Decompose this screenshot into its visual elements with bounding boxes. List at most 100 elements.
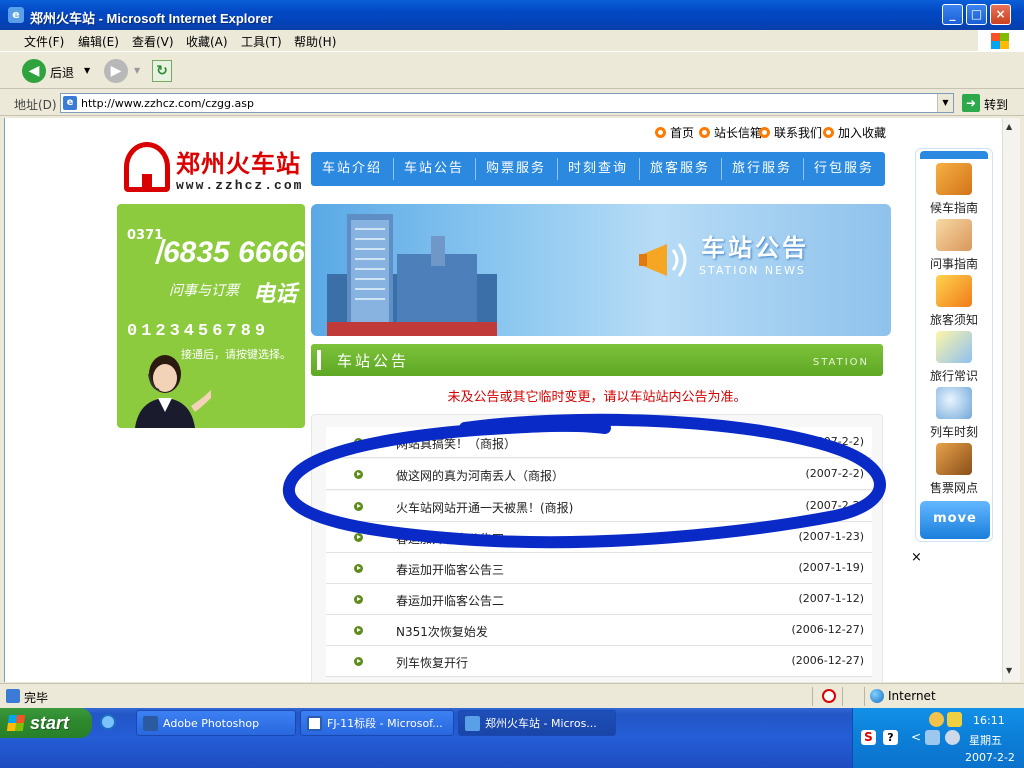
list-item[interactable]: 春运加开临客公告三 (2007-1-19) xyxy=(326,553,872,584)
list-item[interactable]: N351次恢复始发 (2006-12-27) xyxy=(326,615,872,646)
page-done-icon xyxy=(6,689,20,703)
nav-luggage-service[interactable]: 行包服务 xyxy=(803,152,885,186)
address-dropdown-icon[interactable]: ▼ xyxy=(937,94,953,112)
refresh-icon[interactable]: ↻ xyxy=(152,60,172,82)
menu-view[interactable]: 查看(V) xyxy=(132,33,174,50)
list-item[interactable]: 春运加开临客公告二 (2007-1-12) xyxy=(326,584,872,615)
announcement-title[interactable]: 做这网的真为河南丢人（商报） xyxy=(396,467,564,484)
scroll-up-icon[interactable]: ▲ xyxy=(1006,122,1012,131)
sogou-ime-icon[interactable]: S xyxy=(861,730,876,745)
top-link-home[interactable]: 首页 xyxy=(655,124,694,141)
tray-clock[interactable]: 16:11 xyxy=(973,714,1005,727)
help-icon[interactable]: ? xyxy=(883,730,898,745)
list-item[interactable]: 火车站网站开通一天被黑！(商报) (2007-2-2) xyxy=(326,491,872,522)
popup-blocked-icon[interactable] xyxy=(822,689,836,703)
nav-timetable[interactable]: 时刻查询 xyxy=(557,152,639,186)
notice-text: 未及公告或其它临时变更，请以车站站内公告为准。 xyxy=(447,390,747,405)
side-item-label[interactable]: 旅行常识 xyxy=(922,367,986,384)
side-item-label[interactable]: 列车时刻 xyxy=(922,423,986,440)
volume-icon[interactable] xyxy=(945,730,960,745)
side-item-travel-tips[interactable]: 旅行常识 xyxy=(922,329,986,385)
quicklaunch-ie-icon[interactable] xyxy=(100,714,116,730)
tray-expand-icon[interactable]: < xyxy=(911,730,921,744)
announcement-title[interactable]: N351次恢复始发 xyxy=(396,623,488,640)
side-item-label[interactable]: 售票网点 xyxy=(922,479,986,496)
lock-icon[interactable] xyxy=(947,712,962,727)
announcement-title[interactable]: 网站真搞笑！（商报） xyxy=(396,435,516,452)
site-logo[interactable]: 郑州火车站 www.zzhcz.com xyxy=(120,138,306,198)
move-button[interactable]: move xyxy=(920,501,990,539)
side-item-ticket-outlets[interactable]: 售票网点 xyxy=(922,441,986,497)
address-url[interactable]: http://www.zzhcz.com/czgg.asp xyxy=(81,97,254,110)
nav-station-notice[interactable]: 车站公告 xyxy=(393,152,475,186)
messenger-icon[interactable] xyxy=(929,712,944,727)
title-bar[interactable]: e 郑州火车站 - Microsoft Internet Explorer _ … xyxy=(0,0,1024,30)
top-link-label[interactable]: 站长信箱 xyxy=(714,126,762,140)
menu-favorites[interactable]: 收藏(A) xyxy=(186,33,228,50)
forward-dropdown-icon[interactable]: ▼ xyxy=(134,66,140,75)
ie-window: e 郑州火车站 - Microsoft Internet Explorer _ … xyxy=(0,0,1024,708)
operator-girl-image xyxy=(135,355,211,428)
top-link-favorite[interactable]: 加入收藏 xyxy=(823,124,886,141)
windows-logo-icon xyxy=(978,30,1024,52)
go-arrow-icon[interactable]: ➜ xyxy=(962,94,980,112)
start-button[interactable]: start xyxy=(0,708,92,738)
task-photoshop[interactable]: Adobe Photoshop xyxy=(136,710,296,736)
page-viewport[interactable]: 首页 站长信箱 联系我们 加入收藏 郑州火车站 www.zzhcz.com 车站… xyxy=(4,118,1002,682)
top-link-label[interactable]: 首页 xyxy=(670,126,694,140)
nav-station-intro[interactable]: 车站介绍 xyxy=(311,152,393,186)
nav-travel-service[interactable]: 旅行服务 xyxy=(721,152,803,186)
back-dropdown-icon[interactable]: ▼ xyxy=(84,66,90,75)
menu-tools[interactable]: 工具(T) xyxy=(241,33,282,50)
minimize-button[interactable]: _ xyxy=(942,4,963,25)
menu-edit[interactable]: 编辑(E) xyxy=(78,33,119,50)
announcement-title[interactable]: 火车站网站开通一天被黑！(商报) xyxy=(396,499,573,516)
top-link-contact[interactable]: 联系我们 xyxy=(759,124,822,141)
start-label[interactable]: start xyxy=(30,713,69,734)
announcement-title[interactable]: 春运加开临客公告三 xyxy=(396,561,504,578)
vertical-scrollbar[interactable]: ▲ ▼ xyxy=(1002,118,1020,682)
forward-arrow-icon[interactable]: ▶ xyxy=(104,59,128,83)
side-item-label[interactable]: 旅客须知 xyxy=(922,311,986,328)
task-word[interactable]: FJ-11标段 - Microsof... xyxy=(300,710,454,736)
task-label[interactable]: FJ-11标段 - Microsof... xyxy=(327,717,443,730)
task-ie-active[interactable]: 郑州火车站 - Micros... xyxy=(458,710,616,736)
task-label[interactable]: Adobe Photoshop xyxy=(163,717,259,730)
side-item-timetable[interactable]: 列车时刻 xyxy=(922,385,986,441)
top-link-mailbox[interactable]: 站长信箱 xyxy=(699,124,762,141)
back-button-label[interactable]: 后退 xyxy=(50,64,74,81)
list-item[interactable]: 春运加开临客公告四 (2007-1-23) xyxy=(326,522,872,553)
side-item-label[interactable]: 候车指南 xyxy=(922,199,986,216)
announcement-title[interactable]: 春运加开临客公告二 xyxy=(396,592,504,609)
side-item-inquiry-guide[interactable]: 问事指南 xyxy=(922,217,986,273)
address-input[interactable]: e http://www.zzhcz.com/czgg.asp ▼ xyxy=(60,93,954,113)
nav-ticket-service[interactable]: 购票服务 xyxy=(475,152,557,186)
announcement-title[interactable]: 春运加开临客公告四 xyxy=(396,530,504,547)
list-item[interactable]: 做这网的真为河南丢人（商报） (2007-2-2) xyxy=(326,459,872,490)
bullet-arrow-icon xyxy=(354,470,363,479)
maximize-button[interactable]: □ xyxy=(966,4,987,25)
back-arrow-icon[interactable]: ◀ xyxy=(22,59,46,83)
list-item[interactable]: 列车恢复开行 (2006-12-27) xyxy=(326,646,872,677)
side-item-waiting-guide[interactable]: 候车指南 xyxy=(922,161,986,217)
bullet-arrow-icon xyxy=(354,595,363,604)
nav-passenger-service[interactable]: 旅客服务 xyxy=(639,152,721,186)
network-icon[interactable] xyxy=(925,730,940,745)
announcement-title[interactable]: 列车恢复开行 xyxy=(396,654,468,671)
word-icon xyxy=(307,716,322,731)
side-item-passenger-notice[interactable]: 旅客须知 xyxy=(922,273,986,329)
top-link-label[interactable]: 加入收藏 xyxy=(838,126,886,140)
scroll-down-icon[interactable]: ▼ xyxy=(1006,666,1012,675)
move-label[interactable]: move xyxy=(920,511,990,526)
menu-help[interactable]: 帮助(H) xyxy=(294,33,336,50)
side-item-label[interactable]: 问事指南 xyxy=(922,255,986,272)
menu-file[interactable]: 文件(F) xyxy=(24,33,64,50)
orange-dot-icon xyxy=(823,127,834,138)
close-button[interactable]: × xyxy=(990,4,1011,25)
banner-title: 车站公告 xyxy=(701,234,809,262)
side-panel-close-icon[interactable]: × xyxy=(911,550,922,565)
go-button[interactable]: 转到 xyxy=(984,96,1008,113)
task-label[interactable]: 郑州火车站 - Micros... xyxy=(485,717,597,730)
list-item[interactable]: 网站真搞笑！（商报） (2007-2-2) xyxy=(326,427,872,458)
top-link-label[interactable]: 联系我们 xyxy=(774,126,822,140)
